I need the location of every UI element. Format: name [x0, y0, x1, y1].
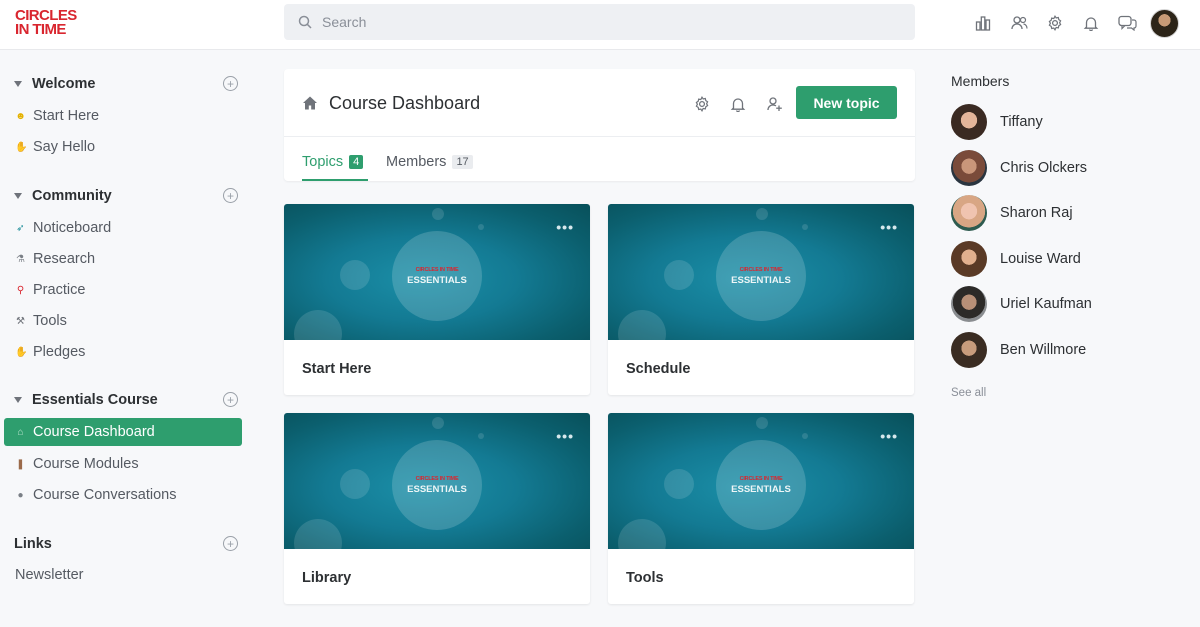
member-item[interactable]: Sharon Raj: [951, 195, 1073, 231]
add-channel-icon[interactable]: +: [223, 188, 238, 203]
essentials-badge: CIRCLES IN TIME ESSENTIALS: [392, 440, 482, 530]
tab-topics[interactable]: Topics 4: [302, 154, 364, 170]
circles-in-time-logo[interactable]: CIRCLES IN TIME: [15, 8, 77, 37]
add-channel-icon[interactable]: +: [223, 392, 238, 407]
topic-card-title: Start Here: [302, 361, 372, 377]
bike-icon: ⚲: [16, 284, 25, 296]
section-links[interactable]: Links +: [14, 536, 238, 552]
topic-card-image: CIRCLES IN TIME ESSENTIALS •••: [284, 204, 590, 340]
new-topic-button[interactable]: New topic: [796, 86, 897, 119]
course-header: Course Dashboard New topic Topics 4 Memb…: [284, 69, 915, 181]
home-icon: ⌂: [17, 426, 24, 438]
avatar: [951, 195, 987, 231]
add-link-icon[interactable]: +: [223, 536, 238, 551]
speech-icon: ●: [17, 489, 24, 501]
tabs-divider: [284, 136, 915, 137]
avatar: [951, 104, 987, 140]
member-item[interactable]: Chris Olckers: [951, 150, 1087, 186]
avatar: [951, 241, 987, 277]
add-member-icon[interactable]: [756, 93, 792, 115]
header-actions: [684, 93, 792, 115]
section-welcome[interactable]: Welcome +: [14, 76, 238, 92]
more-options-icon[interactable]: •••: [556, 220, 574, 234]
more-options-icon[interactable]: •••: [880, 429, 898, 443]
tools-icon: ⚒: [16, 315, 25, 327]
notification-bell-icon[interactable]: [720, 93, 756, 115]
search-icon: [298, 15, 312, 29]
section-community[interactable]: Community +: [14, 188, 238, 204]
page-title: Course Dashboard: [329, 93, 481, 113]
topic-card-tools[interactable]: CIRCLES IN TIME ESSENTIALS ••• Tools: [608, 413, 914, 604]
wave-icon: ✋: [15, 141, 28, 153]
sidebar-item-say-hello[interactable]: ✋ Say Hello: [4, 133, 242, 161]
essentials-badge: CIRCLES IN TIME ESSENTIALS: [716, 231, 806, 321]
flask-icon: ⚗: [16, 253, 25, 265]
chat-icon[interactable]: [1109, 8, 1145, 38]
collapse-arrow-icon[interactable]: [14, 397, 22, 403]
sidebar-link-newsletter[interactable]: Newsletter: [15, 567, 84, 583]
book-icon: ❚: [16, 458, 25, 470]
avatar: [951, 286, 987, 322]
topic-card-title: Schedule: [626, 361, 691, 377]
members-panel: Members Tiffany Chris Olckers Sharon Raj…: [951, 73, 1181, 399]
collapse-arrow-icon[interactable]: [14, 81, 22, 87]
sidebar-item-course-modules[interactable]: ❚ Course Modules: [4, 450, 242, 478]
tab-members[interactable]: Members 17: [386, 154, 473, 170]
member-item[interactable]: Louise Ward: [951, 241, 1081, 277]
active-tab-indicator: [302, 179, 368, 181]
collapse-arrow-icon[interactable]: [14, 193, 22, 199]
sidebar-item-practice[interactable]: ⚲ Practice: [4, 276, 242, 304]
people-icon[interactable]: [1001, 8, 1037, 38]
topic-card-library[interactable]: CIRCLES IN TIME ESSENTIALS ••• Library: [284, 413, 590, 604]
sidebar-item-course-conversations[interactable]: ● Course Conversations: [4, 481, 242, 509]
gear-icon[interactable]: [1037, 8, 1073, 38]
member-item[interactable]: Ben Willmore: [951, 332, 1086, 368]
settings-gear-icon[interactable]: [684, 93, 720, 115]
topic-card-image: CIRCLES IN TIME ESSENTIALS •••: [284, 413, 590, 549]
sidebar-item-start-here[interactable]: ☻ Start Here: [4, 102, 242, 130]
tab-count-badge: 17: [452, 155, 473, 169]
sidebar-item-noticeboard[interactable]: ➶ Noticeboard: [4, 214, 242, 242]
rocket-icon: ➶: [16, 222, 25, 234]
members-heading: Members: [951, 73, 1010, 89]
section-essentials-course[interactable]: Essentials Course +: [14, 392, 238, 408]
sidebar-item-pledges[interactable]: ✋ Pledges: [4, 338, 242, 366]
topic-card-start-here[interactable]: CIRCLES IN TIME ESSENTIALS ••• Start Her…: [284, 204, 590, 395]
sidebar-item-tools[interactable]: ⚒ Tools: [4, 307, 242, 335]
essentials-badge: CIRCLES IN TIME ESSENTIALS: [392, 231, 482, 321]
add-channel-icon[interactable]: +: [223, 76, 238, 91]
avatar: [951, 332, 987, 368]
topic-card-title: Library: [302, 570, 352, 586]
search-bar[interactable]: [284, 4, 915, 40]
topic-card-image: CIRCLES IN TIME ESSENTIALS •••: [608, 413, 914, 549]
see-all-link[interactable]: See all: [951, 387, 986, 399]
sidebar-item-research[interactable]: ⚗ Research: [4, 245, 242, 273]
home-icon: [303, 96, 317, 110]
topic-card-title: Tools: [626, 570, 664, 586]
member-item[interactable]: Uriel Kaufman: [951, 286, 1092, 322]
topic-card-schedule[interactable]: CIRCLES IN TIME ESSENTIALS ••• Schedule: [608, 204, 914, 395]
top-bar: CIRCLES IN TIME: [0, 0, 1200, 50]
hand-icon: ✋: [15, 346, 28, 358]
avatar: [951, 150, 987, 186]
essentials-badge: CIRCLES IN TIME ESSENTIALS: [716, 440, 806, 530]
search-input[interactable]: [322, 14, 882, 30]
smiley-icon: ☻: [15, 110, 26, 122]
bell-icon[interactable]: [1073, 8, 1109, 38]
member-item[interactable]: Tiffany: [951, 104, 1043, 140]
topic-card-image: CIRCLES IN TIME ESSENTIALS •••: [608, 204, 914, 340]
chart-icon[interactable]: [965, 8, 1001, 38]
top-icon-group: [965, 8, 1179, 38]
more-options-icon[interactable]: •••: [880, 220, 898, 234]
user-avatar[interactable]: [1150, 8, 1179, 38]
sidebar-item-course-dashboard[interactable]: ⌂ Course Dashboard: [4, 418, 242, 446]
tab-count-badge: 4: [349, 155, 364, 169]
more-options-icon[interactable]: •••: [556, 429, 574, 443]
